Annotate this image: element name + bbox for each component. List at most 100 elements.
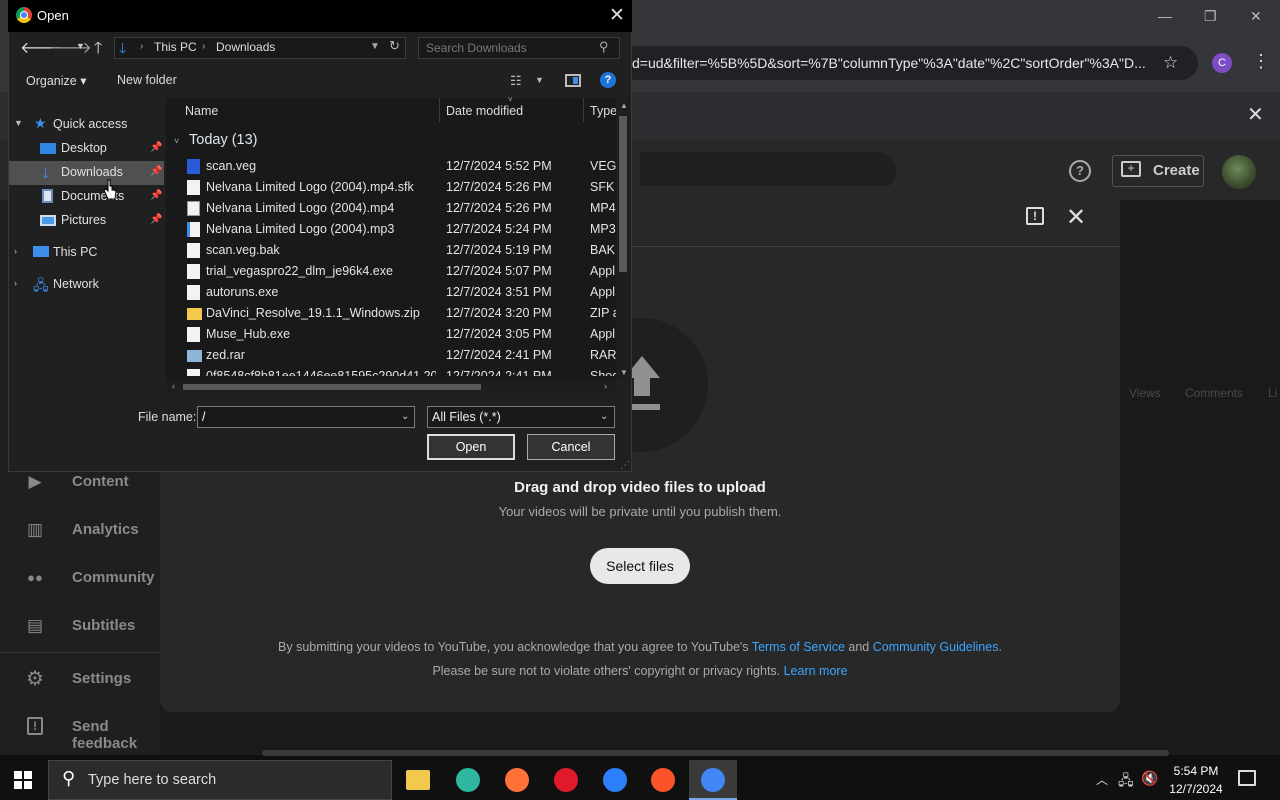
- select-files-button[interactable]: Select files: [590, 548, 690, 584]
- network-icon[interactable]: 🖧: [1118, 770, 1134, 794]
- file-row[interactable]: Muse_Hub.exe 12/7/2024 3:05 PM Appl: [166, 324, 616, 345]
- sort-chevron-icon: ˅: [508, 95, 513, 104]
- tree-item-desktop[interactable]: Desktop 📌: [9, 137, 164, 161]
- chrome-icon[interactable]: [701, 768, 725, 792]
- volume-muted-icon[interactable]: 🔇: [1141, 770, 1158, 787]
- preview-pane-icon[interactable]: [565, 74, 581, 87]
- file-row[interactable]: Nelvana Limited Logo (2004).mp4.sfk 12/7/…: [166, 177, 616, 198]
- chevron-down-icon[interactable]: ⌄: [600, 411, 608, 422]
- file-row[interactable]: Nelvana Limited Logo (2004).mp4 12/7/2024…: [166, 198, 616, 219]
- minimize-button[interactable]: —: [1158, 8, 1172, 24]
- brave-icon[interactable]: [651, 768, 675, 792]
- file-row[interactable]: trial_vegaspro22_dlm_je96k4.exe 12/7/2024…: [166, 261, 616, 282]
- sidebar-item-send-feedback[interactable]: ! Send feedback: [0, 707, 160, 752]
- refresh-icon[interactable]: ↻: [389, 38, 400, 54]
- tree-item-quick-access[interactable]: ▼ ★ Quick access: [9, 113, 164, 137]
- channel-avatar[interactable]: [1222, 155, 1256, 189]
- tree-item-downloads[interactable]: 🡓 Downloads 📌: [9, 161, 164, 185]
- notifications-icon[interactable]: [1238, 770, 1256, 786]
- forward-arrow-icon[interactable]: 🡒: [49, 37, 92, 58]
- chevron-down-icon[interactable]: ⌄: [401, 411, 409, 422]
- chevron-down-icon[interactable]: ˅: [174, 136, 179, 146]
- file-row[interactable]: Nelvana Limited Logo (2004).mp3 12/7/2024…: [166, 219, 616, 240]
- horizontal-scrollbar[interactable]: [262, 750, 1169, 756]
- organize-button[interactable]: Organize ▾: [26, 73, 86, 88]
- breadcrumb-separator-icon[interactable]: ›: [140, 41, 143, 52]
- privacy-text: Please be sure not to violate others' co…: [160, 664, 1120, 678]
- chevron-down-icon[interactable]: ▼: [14, 118, 23, 128]
- archive-icon: [187, 350, 202, 362]
- sidebar-item-settings[interactable]: ⚙ Settings: [0, 659, 160, 699]
- tree-item-this-pc[interactable]: › This PC: [9, 241, 164, 265]
- date-modified-column-header[interactable]: Date modified: [446, 104, 523, 118]
- firefox-icon[interactable]: [505, 768, 529, 792]
- new-folder-button[interactable]: New folder: [117, 73, 177, 87]
- name-column-header[interactable]: Name: [185, 104, 218, 118]
- help-icon[interactable]: ?: [1069, 160, 1091, 182]
- tree-item-documents[interactable]: Documents 📌: [9, 185, 164, 209]
- report-feedback-icon[interactable]: !: [1026, 207, 1044, 225]
- url-text[interactable]: d=ud&filter=%5B%5D&sort=%7B"columnType"%…: [632, 55, 1152, 71]
- scroll-down-icon[interactable]: ▼: [620, 368, 628, 377]
- browser-menu-icon[interactable]: ⋮: [1252, 51, 1270, 72]
- terms-of-service-link[interactable]: Terms of Service: [752, 640, 845, 654]
- scroll-left-icon[interactable]: ‹: [172, 381, 175, 391]
- tree-item-network[interactable]: › 🖧 Network: [9, 273, 164, 297]
- file-row[interactable]: scan.veg.bak 12/7/2024 5:19 PM BAK: [166, 240, 616, 261]
- scrollbar-thumb[interactable]: [619, 116, 627, 272]
- show-hidden-icons-icon[interactable]: ︿: [1096, 771, 1108, 788]
- scrollbar-thumb[interactable]: [183, 384, 481, 390]
- profile-avatar[interactable]: C: [1212, 53, 1232, 73]
- learn-more-link[interactable]: Learn more: [784, 664, 848, 678]
- view-dropdown-icon[interactable]: ▼: [535, 75, 544, 85]
- close-icon[interactable]: ✕: [1066, 203, 1086, 232]
- resize-grip-icon[interactable]: ⋰: [620, 460, 630, 471]
- edge-can-icon[interactable]: [456, 768, 480, 792]
- studio-search-bar[interactable]: [640, 152, 896, 190]
- change-view-icon[interactable]: ☷: [510, 73, 522, 89]
- file-row[interactable]: DaVinci_Resolve_19.1.1_Windows.zip 12/7/2…: [166, 303, 616, 324]
- scroll-up-icon[interactable]: ▲: [620, 101, 628, 110]
- clock-date[interactable]: 12/7/2024: [1164, 782, 1228, 796]
- breadcrumb-downloads[interactable]: Downloads: [216, 40, 275, 54]
- firefox-browser-icon[interactable]: [603, 768, 627, 792]
- file-row[interactable]: zed.rar 12/7/2024 2:41 PM RAR: [166, 345, 616, 366]
- tree-item-pictures[interactable]: Pictures 📌: [9, 209, 164, 233]
- file-type-select[interactable]: All Files (*.*): [427, 406, 615, 428]
- scroll-right-icon[interactable]: ›: [604, 381, 607, 391]
- terms-text: By submitting your videos to YouTube, yo…: [160, 640, 1120, 654]
- file-row[interactable]: 0f8548cf8b81ee1446ee81595c290d41.202 12/7…: [166, 366, 616, 376]
- file-row[interactable]: autoruns.exe 12/7/2024 3:51 PM Appl: [166, 282, 616, 303]
- column-divider[interactable]: [583, 98, 584, 122]
- group-header-today[interactable]: Today (13): [189, 132, 258, 148]
- restore-button[interactable]: ❐: [1204, 8, 1217, 25]
- recent-locations-chevron-icon[interactable]: ▼: [76, 41, 85, 51]
- column-divider[interactable]: [439, 98, 440, 122]
- bookmark-star-icon[interactable]: ☆: [1163, 53, 1178, 73]
- sidebar-item-subtitles[interactable]: ▤ Subtitles: [0, 606, 160, 646]
- opera-icon[interactable]: [554, 768, 578, 792]
- dialog-close-icon[interactable]: ✕: [609, 4, 625, 27]
- window-close-button[interactable]: ✕: [1250, 8, 1262, 25]
- open-button[interactable]: Open: [427, 434, 515, 460]
- community-guidelines-link[interactable]: Community Guidelines: [873, 640, 999, 654]
- chevron-right-icon[interactable]: ›: [14, 278, 17, 288]
- file-name-input[interactable]: /: [197, 406, 415, 428]
- cancel-button[interactable]: Cancel: [527, 434, 615, 460]
- windows-start-icon[interactable]: [14, 771, 32, 789]
- up-arrow-icon[interactable]: 🡑: [94, 37, 102, 64]
- clock-time[interactable]: 5:54 PM: [1164, 764, 1228, 778]
- file-explorer-icon[interactable]: [406, 770, 430, 790]
- dialog-titlebar[interactable]: [8, 0, 632, 32]
- address-dropdown-icon[interactable]: ▼: [370, 41, 380, 52]
- file-row[interactable]: scan.veg 12/7/2024 5:52 PM VEG: [166, 156, 616, 177]
- breadcrumb-this-pc[interactable]: This PC: [154, 40, 197, 54]
- sidebar-item-community[interactable]: ●● Community: [0, 558, 160, 598]
- breadcrumb-separator-icon[interactable]: ›: [202, 41, 205, 52]
- chevron-right-icon[interactable]: ›: [14, 246, 17, 256]
- drag-drop-subtitle: Your videos will be private until you pu…: [498, 504, 782, 519]
- sidebar-item-analytics[interactable]: ▥ Analytics: [0, 510, 160, 550]
- type-column-header[interactable]: Type: [590, 104, 617, 118]
- info-bar-close-icon[interactable]: ✕: [1247, 102, 1264, 127]
- help-icon[interactable]: ?: [600, 72, 616, 88]
